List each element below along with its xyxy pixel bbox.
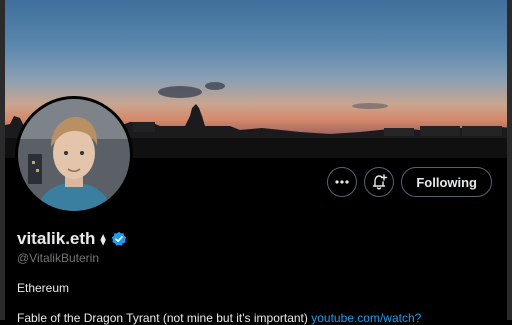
notifications-button[interactable] xyxy=(364,167,395,197)
bio-link[interactable]: youtube.com/watch? xyxy=(311,311,421,325)
bell-plus-icon xyxy=(373,174,388,190)
bio-text: Fable of the Dragon Tyrant (not mine but… xyxy=(17,311,308,325)
window-frame-left xyxy=(0,0,5,320)
more-horizontal-icon xyxy=(335,180,349,184)
verified-badge-icon[interactable] xyxy=(111,231,127,247)
profile-handle: @VitalikButerin xyxy=(17,251,99,265)
profile-avatar[interactable] xyxy=(15,96,133,214)
display-name: vitalik.eth xyxy=(17,229,96,248)
profile-bio-line: Fable of the Dragon Tyrant (not mine but… xyxy=(17,311,421,325)
profile-bio: Ethereum xyxy=(17,281,70,295)
following-button[interactable]: Following xyxy=(401,167,492,197)
window-frame-right xyxy=(507,0,512,320)
profile-name-row: vitalik.eth ⧫ xyxy=(17,229,127,249)
more-button[interactable] xyxy=(327,167,358,197)
avatar-image xyxy=(18,99,130,211)
profile-actions: Following xyxy=(327,167,492,197)
name-badge: ⧫ xyxy=(100,232,106,246)
